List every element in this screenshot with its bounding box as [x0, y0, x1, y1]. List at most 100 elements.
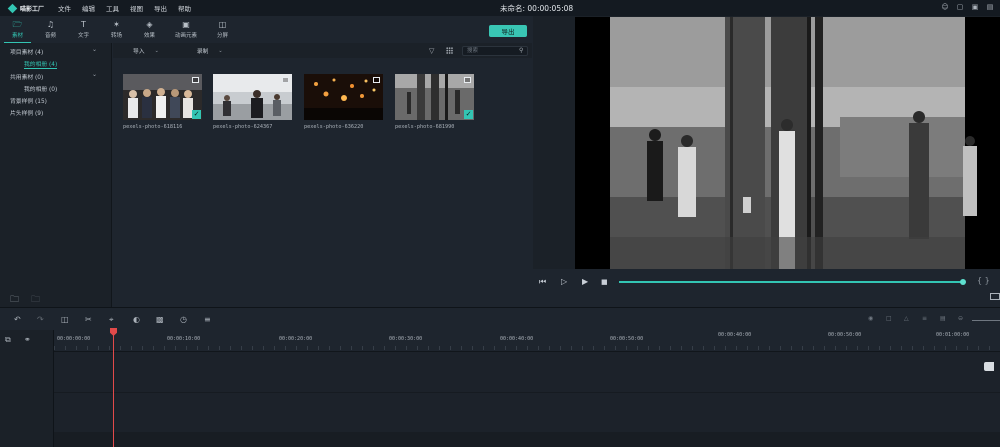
media-name: pexels-photo-636220 [304, 124, 364, 130]
tick-label: 00:00:00:00 [57, 336, 91, 342]
split-icon[interactable]: ▤ [940, 315, 946, 322]
timeline-ruler[interactable]: 00:00:00:00 00:00:10:00 00:00:20:00 00:0… [54, 330, 1000, 352]
media-thumbnail[interactable]: ✓ [395, 74, 474, 120]
tab-elements[interactable]: ▣ 动画元素 [169, 16, 203, 43]
image-type-icon [464, 77, 471, 83]
tab-effects[interactable]: ◈ 效果 [136, 16, 163, 43]
mixer-icon[interactable]: ≡ [922, 315, 927, 322]
more-icon[interactable]: ▤ [986, 3, 994, 11]
step-back-icon[interactable]: ▷ [561, 277, 567, 286]
track-header: ⧉ ⚭ [0, 330, 54, 447]
tick-label: 00:00:40:00 [500, 336, 534, 342]
tab-split-screen[interactable]: ◫ 分屏 [209, 16, 236, 43]
tab-text[interactable]: T 文字 [70, 16, 97, 43]
new-folder-icon[interactable]: 🗀 [10, 292, 19, 308]
zoom-slider[interactable] [972, 320, 1000, 321]
elements-icon: ▣ [182, 20, 190, 29]
media-name: pexels-photo-624367 [213, 124, 273, 130]
folder-icon: 🗁 [12, 19, 23, 29]
crop-icon[interactable]: ⌖ [109, 315, 114, 325]
tab-label: 动画元素 [174, 33, 197, 39]
import-dropdown[interactable]: 导入 ⌄ [133, 46, 159, 56]
record-dropdown[interactable]: 录制 ⌄ [197, 46, 223, 56]
menu-edit[interactable]: 编辑 [82, 3, 95, 13]
check-icon: ✓ [192, 110, 201, 119]
cart-icon[interactable]: ▢ [956, 3, 964, 11]
progress-handle[interactable] [960, 279, 966, 285]
search-icon[interactable]: ⚲ [519, 47, 523, 54]
user-icon[interactable]: ☺ [941, 3, 949, 11]
link-icon[interactable]: ⚭ [24, 335, 31, 344]
effects-icon: ◈ [146, 20, 153, 29]
video-editor-app: 喵影工厂 文件 编辑 工具 视图 导出 帮助 未命名: 00:00:05:08 … [0, 0, 1000, 447]
fullscreen-icon[interactable]: { } [977, 276, 990, 285]
progress-track[interactable] [619, 281, 962, 283]
image-type-icon [282, 77, 289, 83]
thumbnail-image [395, 74, 474, 120]
timeline-scroll-handle[interactable] [984, 362, 994, 371]
tab-label: 素材 [11, 32, 23, 39]
color-icon[interactable]: ◐ [133, 315, 140, 324]
media-thumbnail[interactable] [213, 74, 292, 120]
stop-icon[interactable]: ■ [601, 278, 608, 286]
timeline-scrollbar[interactable] [54, 432, 1000, 447]
adjust-icon[interactable]: ≡ [204, 315, 211, 324]
play-icon[interactable]: ▶ [582, 277, 588, 286]
tab-media[interactable]: 🗁 素材 [4, 16, 31, 43]
delete-icon[interactable]: ◫ [61, 315, 69, 324]
tree-project-media[interactable]: 项目素材 (4) [10, 47, 43, 56]
green-screen-icon[interactable]: ▩ [156, 315, 164, 324]
media-thumbnail[interactable] [304, 74, 383, 120]
playback-controls: ⏮ ▷ ▶ ■ { } [533, 269, 1000, 307]
playhead[interactable] [113, 330, 114, 447]
clock-icon[interactable]: ◷ [180, 315, 187, 324]
tree-my-album-project[interactable]: 我的相册 (4) [24, 59, 58, 69]
transition-icon: ✶ [113, 20, 120, 29]
preview-panel: ⏮ ▷ ▶ ■ { } [533, 16, 1000, 307]
save-icon[interactable]: ▣ [971, 3, 979, 11]
media-browser: 导入 ⌄ 录制 ⌄ ▽ ⚲ ✓ [113, 43, 532, 307]
tree-intro-samples[interactable]: 片头样例 (9) [10, 108, 43, 117]
redo-icon[interactable]: ↷ [37, 315, 44, 324]
menu-bar: 喵影工厂 文件 编辑 工具 视图 导出 帮助 未命名: 00:00:05:08 … [0, 0, 1000, 16]
rewind-icon[interactable]: ⏮ [539, 277, 546, 287]
tab-transitions[interactable]: ✶ 转场 [103, 16, 130, 43]
video-viewer [575, 17, 1000, 269]
marker-icon[interactable]: □ [886, 315, 892, 322]
tree-my-album-shared[interactable]: 我的相册 (0) [24, 84, 57, 93]
add-track-icon[interactable]: ⧉ [5, 335, 11, 345]
music-note-icon: ♫ [46, 20, 55, 29]
tick-label: 00:00:20:00 [279, 336, 313, 342]
export-button[interactable]: 导出 [489, 25, 527, 37]
mic-icon[interactable]: △ [904, 315, 909, 322]
sidebar-footer: 🗀 🗀 [10, 292, 40, 308]
menu-export[interactable]: 导出 [154, 3, 167, 13]
menu-tools[interactable]: 工具 [106, 3, 119, 13]
logo-icon [7, 3, 18, 13]
thumbnail-image [213, 74, 292, 120]
tree-shared-media[interactable]: 共用素材 (0) [10, 72, 43, 81]
grid-view-icon[interactable] [446, 47, 453, 54]
chevron-down-icon: ⌄ [154, 47, 159, 54]
media-thumbnail[interactable]: ✓ [123, 74, 202, 120]
image-type-icon [192, 77, 199, 83]
menu-file[interactable]: 文件 [58, 3, 71, 13]
chevron-down-icon[interactable]: ⌄ [92, 71, 97, 78]
tab-label: 分屏 [216, 33, 228, 39]
tab-label: 音频 [44, 33, 56, 39]
zoom-out-icon[interactable]: ⊖ [958, 315, 963, 322]
media-name: pexels-photo-618116 [123, 124, 183, 130]
filter-icon[interactable]: ▽ [429, 47, 434, 55]
tab-label: 效果 [143, 33, 155, 39]
snapshot-icon[interactable] [990, 293, 1000, 300]
folder-icon[interactable]: 🗀 [31, 292, 40, 308]
menu-help[interactable]: 帮助 [178, 3, 191, 13]
cut-icon[interactable]: ✂ [85, 315, 92, 324]
render-icon[interactable]: ◉ [868, 315, 873, 322]
menu-view[interactable]: 视图 [130, 3, 143, 13]
undo-icon[interactable]: ↶ [14, 315, 21, 324]
tab-audio[interactable]: ♫ 音频 [37, 16, 64, 43]
chevron-down-icon[interactable]: ⌄ [92, 46, 97, 53]
tree-background-samples[interactable]: 背景样例 (15) [10, 96, 47, 105]
media-name: pexels-photo-681990 [395, 124, 455, 130]
